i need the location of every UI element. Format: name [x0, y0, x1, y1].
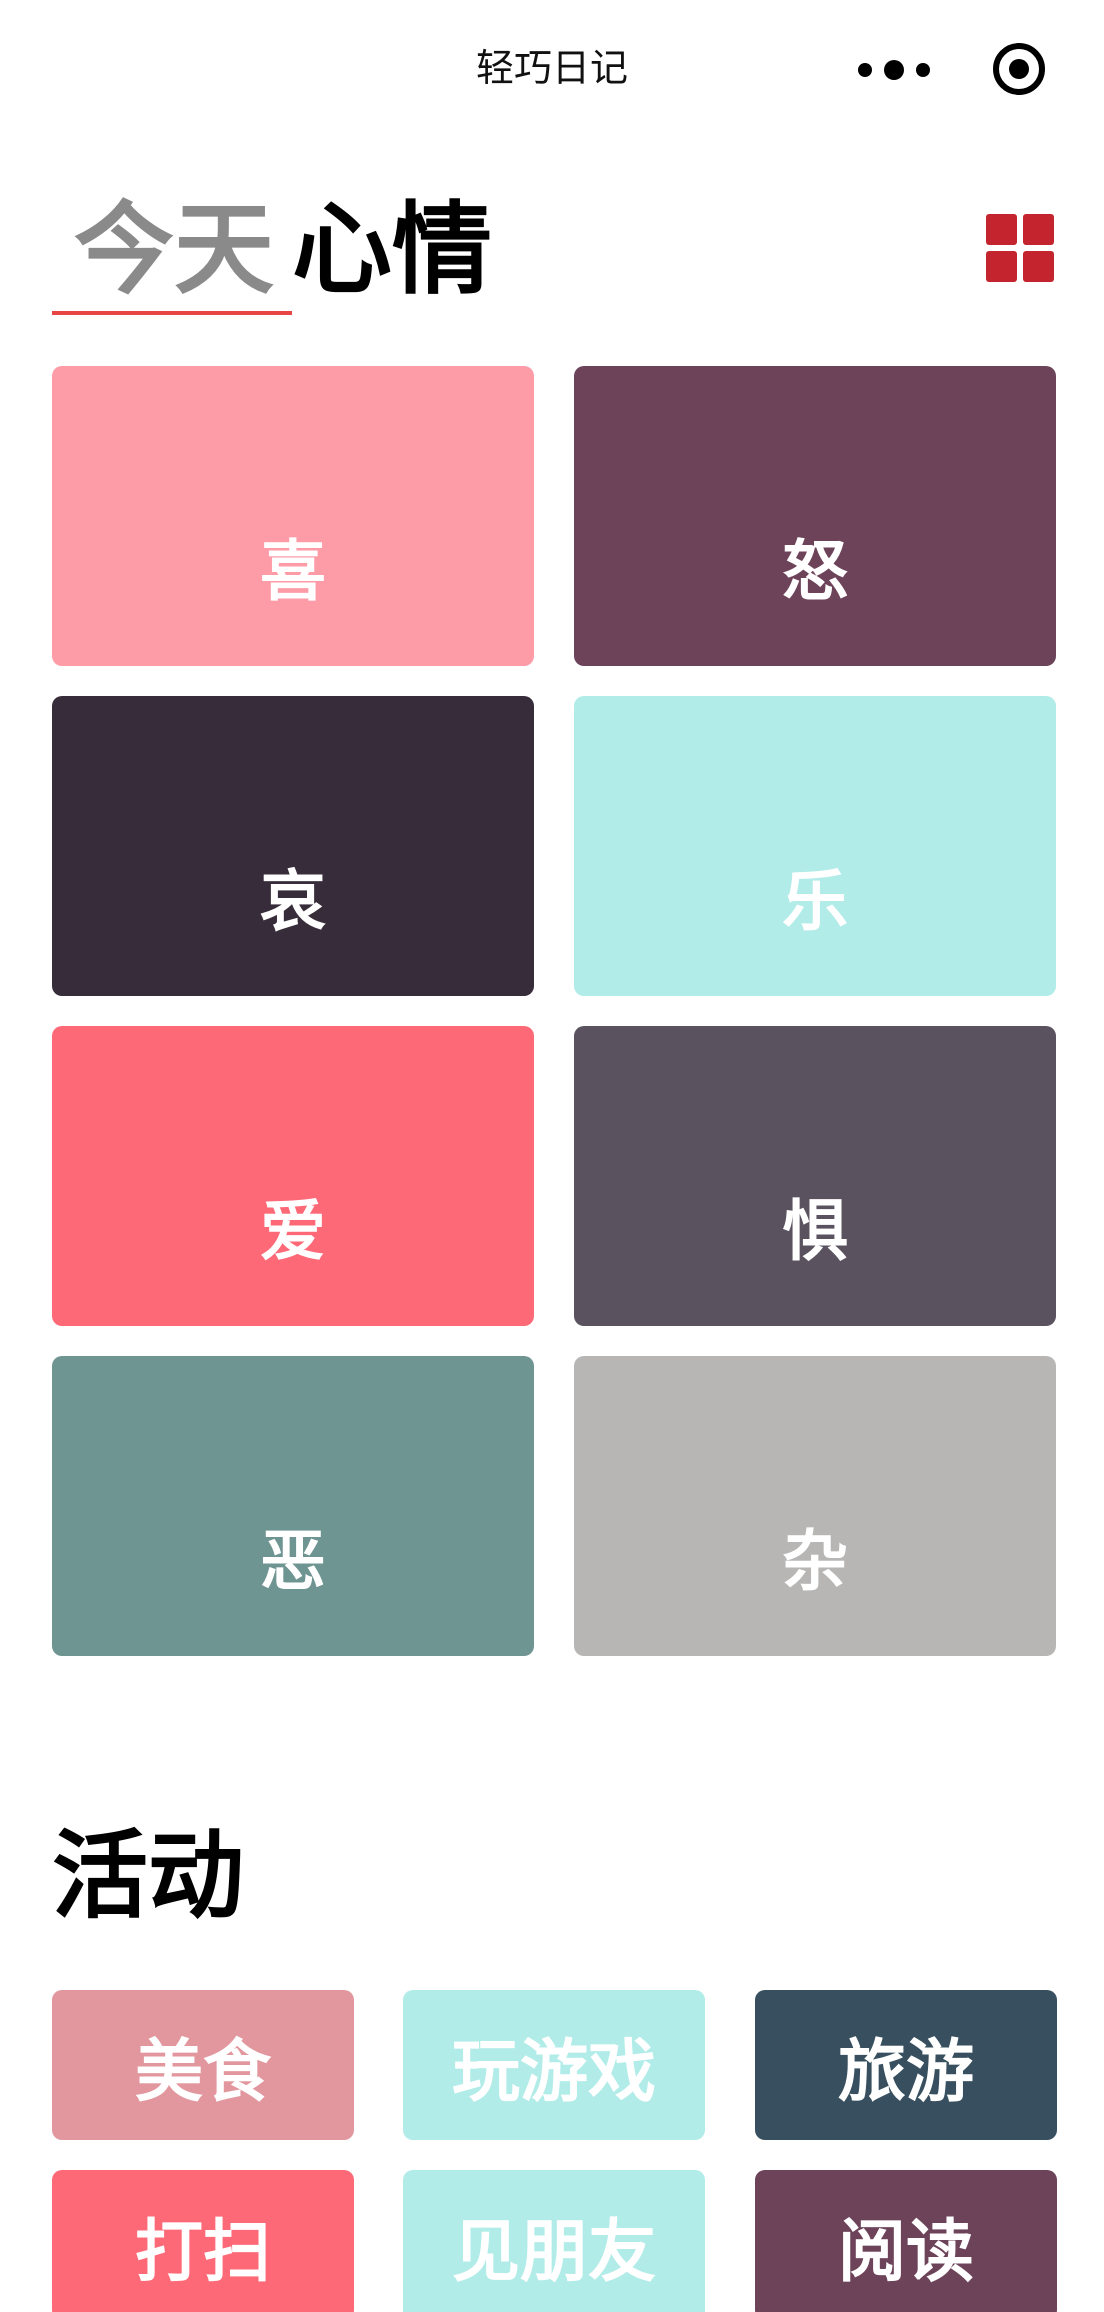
- activity-label: 打扫: [134, 2212, 271, 2292]
- dot: [884, 60, 904, 80]
- activity-label: 阅读: [837, 2212, 974, 2292]
- activity-label: 见朋友: [451, 2212, 656, 2292]
- activity-food[interactable]: 美食: [52, 1990, 354, 2140]
- mood-label: 怒: [782, 533, 848, 610]
- grid-view-icon[interactable]: [986, 214, 1054, 282]
- app-title: 轻巧日记: [475, 46, 628, 90]
- dot: [916, 63, 930, 77]
- grid-square: [986, 214, 1017, 245]
- mood-tile-anger[interactable]: 怒: [574, 366, 1056, 666]
- activity-label: 美食: [134, 2032, 271, 2112]
- tab-mood[interactable]: 心情: [292, 190, 492, 310]
- mood-label: 喜: [260, 533, 326, 610]
- activity-cleaning[interactable]: 打扫: [52, 2170, 354, 2312]
- activity-label: 旅游: [837, 2032, 974, 2112]
- navigation-bar: 轻巧日记: [0, 0, 1104, 136]
- activities-title: 活动: [52, 1820, 244, 1932]
- mood-label: 惧: [782, 1193, 848, 1270]
- active-tab-underline: [52, 311, 292, 315]
- activity-meet-friends[interactable]: 见朋友: [403, 2170, 705, 2312]
- mood-tile-happiness[interactable]: 乐: [574, 696, 1056, 996]
- grid-square: [986, 251, 1017, 282]
- mood-label: 杂: [782, 1523, 848, 1600]
- more-options-icon[interactable]: [858, 52, 930, 88]
- activity-label: 玩游戏: [451, 2032, 656, 2112]
- mood-label: 哀: [260, 863, 326, 940]
- page: 轻巧日记 今天 心情 喜 怒 哀 乐 爱 惧 恶 杂 活动 美食 玩游戏 旅游 …: [0, 0, 1104, 2312]
- mood-tile-fear[interactable]: 惧: [574, 1026, 1056, 1326]
- mood-tile-mixed[interactable]: 杂: [574, 1356, 1056, 1656]
- mood-tile-disgust[interactable]: 恶: [52, 1356, 534, 1656]
- mood-tile-joy[interactable]: 喜: [52, 366, 534, 666]
- tab-today[interactable]: 今天: [74, 190, 274, 310]
- mood-label: 乐: [782, 863, 848, 940]
- dot: [858, 63, 872, 77]
- mood-tile-sorrow[interactable]: 哀: [52, 696, 534, 996]
- mood-label: 恶: [260, 1523, 326, 1600]
- mood-label: 爱: [260, 1193, 326, 1270]
- close-miniprogram-icon[interactable]: [993, 43, 1045, 95]
- activity-travel[interactable]: 旅游: [755, 1990, 1057, 2140]
- activity-reading[interactable]: 阅读: [755, 2170, 1057, 2312]
- activity-gaming[interactable]: 玩游戏: [403, 1990, 705, 2140]
- grid-square: [1023, 251, 1054, 282]
- grid-square: [1023, 214, 1054, 245]
- capsule-center: [1009, 59, 1029, 79]
- mood-tile-love[interactable]: 爱: [52, 1026, 534, 1326]
